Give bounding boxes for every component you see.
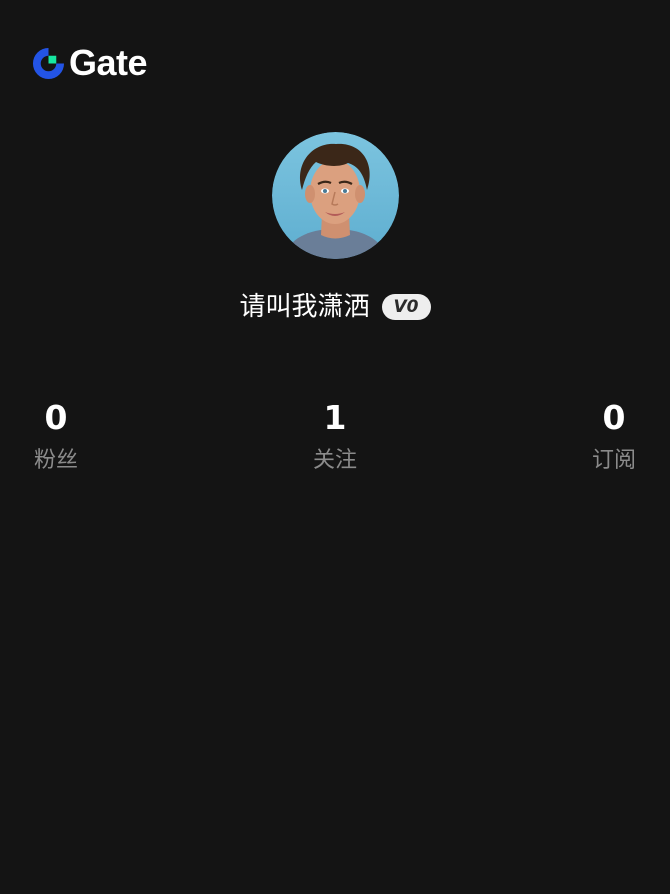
stat-following[interactable]: 1 关注 [275, 398, 395, 476]
subscriptions-label: 订阅 [591, 448, 636, 473]
followers-count: 0 [44, 398, 68, 437]
subscriptions-count: 0 [602, 398, 626, 437]
username: 请叫我潇洒 [239, 292, 370, 322]
gate-logo-icon [32, 47, 65, 79]
stat-subscriptions[interactable]: 0 订阅 [554, 398, 670, 476]
stat-followers[interactable]: 0 粉丝 [0, 398, 116, 476]
profile-name-row: 请叫我潇洒 V0 [0, 288, 670, 326]
followers-label: 粉丝 [33, 448, 78, 473]
following-count: 1 [323, 398, 347, 437]
brand-name: Gate [69, 42, 148, 83]
brand-header[interactable]: Gate [32, 42, 148, 83]
user-avatar[interactable] [272, 132, 399, 259]
following-label: 关注 [312, 448, 357, 473]
vip-level-badge[interactable]: V0 [381, 294, 431, 320]
profile-page: Gate 请叫我潇洒 V0 0 粉丝 1 关注 0 订阅 [0, 0, 670, 894]
